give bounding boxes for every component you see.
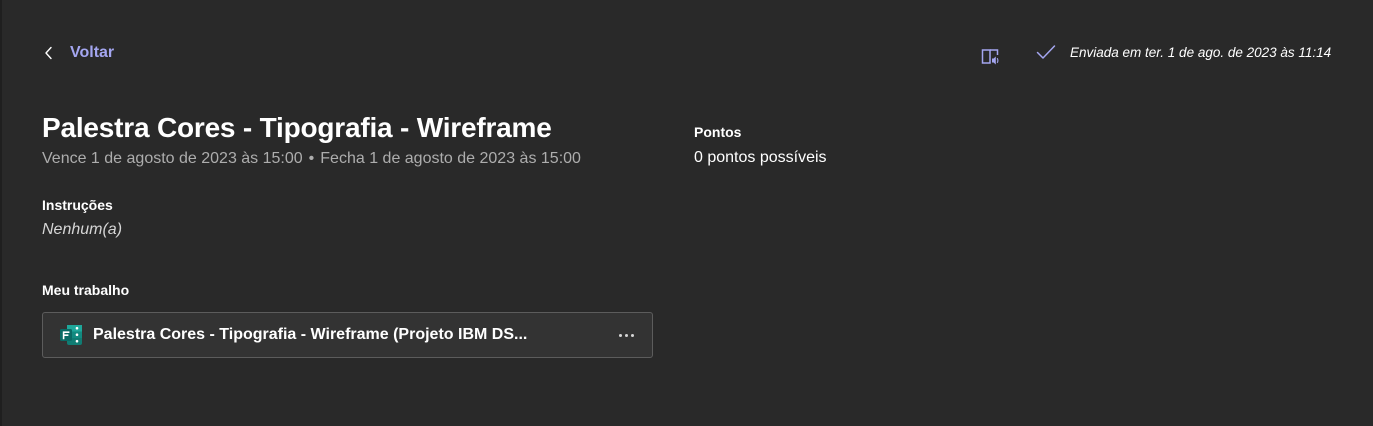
- microsoft-forms-icon: [60, 325, 82, 345]
- left-border: [0, 0, 2, 426]
- submission-status: Enviada em ter. 1 de ago. de 2023 às 11:…: [1036, 44, 1331, 60]
- chevron-left-icon: [45, 46, 52, 60]
- submission-status-text: Enviada em ter. 1 de ago. de 2023 às 11:…: [1070, 44, 1332, 60]
- back-button-label: Voltar: [70, 44, 115, 61]
- instructions-label: Instruções: [42, 197, 113, 213]
- dates-separator: •: [308, 150, 315, 167]
- more-options-button[interactable]: [616, 325, 636, 345]
- assignment-dates: Vence 1 de agosto de 2023 às 15:00 • Fecha…: [42, 150, 581, 168]
- my-work-label: Meu trabalho: [42, 282, 130, 298]
- instructions-value: Nenhum(a): [42, 221, 123, 238]
- immersive-reader-icon: [981, 49, 999, 65]
- checkmark-icon: [1036, 45, 1056, 59]
- more-dot: [624, 333, 628, 337]
- close-date: Fecha 1 de agosto de 2023 às 15:00: [320, 150, 581, 167]
- back-button[interactable]: Voltar: [44, 44, 114, 62]
- attachment-card[interactable]: Palestra Cores - Tipografia - Wireframe …: [42, 312, 653, 358]
- immersive-reader-button[interactable]: [980, 45, 1002, 67]
- assignment-title: Palestra Cores - Tipografia - Wireframe: [42, 112, 552, 143]
- points-value: 0 pontos possíveis: [694, 149, 827, 166]
- points-label: Pontos: [694, 124, 742, 140]
- more-dot: [618, 333, 622, 337]
- more-dot: [630, 333, 634, 337]
- attachment-name: Palestra Cores - Tipografia - Wireframe …: [93, 326, 528, 343]
- due-date: Vence 1 de agosto de 2023 às 15:00: [42, 150, 303, 167]
